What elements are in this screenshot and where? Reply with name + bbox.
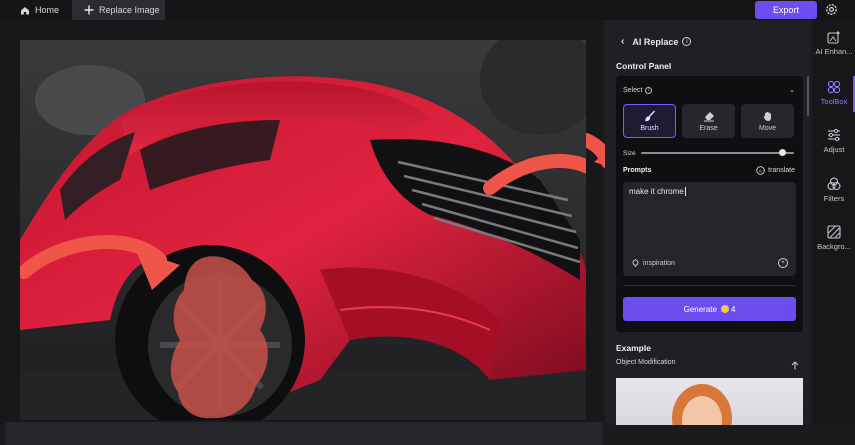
canvas-workspace [0, 20, 603, 445]
rail-item-filters[interactable]: Filters [813, 177, 855, 213]
prompts-row: Prompts A translate [623, 166, 795, 175]
inspiration-button[interactable]: inspiration [631, 259, 675, 268]
brush-tool-label: Brush [640, 125, 659, 132]
brush-icon [644, 110, 655, 122]
home-tab-label: Home [35, 5, 60, 15]
example-title: Example [616, 343, 651, 353]
rail-label-filters: Filters [823, 194, 845, 203]
translate-icon: A [756, 166, 765, 175]
rail-item-background[interactable]: Backgro... [813, 225, 855, 261]
hand-icon [763, 112, 771, 121]
gear-icon[interactable] [824, 2, 839, 17]
panel-header: ‹ AI Replace i [621, 36, 692, 47]
filters-icon [827, 177, 841, 191]
ai-replace-panel: ‹ AI Replace i Control Panel Select i ⌄ B… [605, 20, 810, 425]
ai-enhance-icon [827, 30, 841, 44]
chevron-down-icon[interactable]: ⌄ [789, 86, 795, 94]
inspiration-label: inspiration [643, 260, 675, 267]
size-slider-thumb[interactable] [778, 149, 786, 156]
example-image[interactable] [616, 378, 803, 425]
generate-cost: 4 [730, 304, 736, 314]
tool-rail: AI Enhan... ToolBox Adjust Filters Backg… [813, 20, 855, 425]
prompt-value: make it chrome [629, 187, 684, 196]
canvas-bottom-toolbar [5, 422, 603, 445]
credit-coin-icon [720, 305, 729, 313]
move-tool-label: Move [758, 125, 777, 132]
size-row: Size [623, 148, 795, 158]
eraser-icon [703, 112, 714, 122]
panel-scrollbar[interactable] [807, 76, 809, 116]
photo-canvas[interactable] [20, 40, 586, 420]
back-chevron-icon[interactable]: ‹ [621, 36, 624, 47]
home-icon [21, 6, 29, 14]
generate-button[interactable]: Generate 4 [623, 297, 796, 321]
rail-label-ai-enhance: AI Enhan... [815, 47, 853, 56]
info-icon[interactable]: i [682, 37, 692, 46]
translate-button[interactable]: A translate [756, 166, 795, 175]
prompt-textarea[interactable]: make it chrome inspiration × [623, 182, 796, 276]
erase-tool-button[interactable]: Erase [682, 104, 735, 138]
control-panel-box: Select i ⌄ Brush Erase Move Size Prompts … [616, 76, 803, 332]
select-label: Select [623, 86, 643, 94]
lightbulb-icon [632, 259, 639, 267]
size-label: Size [623, 149, 636, 157]
brush-tool-button[interactable]: Brush [623, 104, 676, 138]
export-button[interactable]: Export [755, 1, 817, 19]
arrow-up-icon[interactable] [791, 361, 799, 370]
toolbox-icon [827, 80, 841, 94]
car-photo [20, 40, 586, 420]
replace-image-tab-label: Replace Image [99, 5, 160, 15]
replace-image-tab[interactable]: Replace Image [72, 0, 165, 20]
translate-label: translate [768, 167, 795, 174]
top-bar: Home Replace Image Export [0, 0, 855, 20]
rail-item-adjust[interactable]: Adjust [813, 128, 855, 164]
rail-item-ai-enhance[interactable]: AI Enhan... [813, 30, 855, 66]
example-subtitle: Object Modification [616, 359, 676, 366]
size-slider-track[interactable] [641, 152, 794, 154]
plus-icon [84, 5, 94, 15]
adjust-icon [828, 128, 840, 142]
rail-label-toolbox: ToolBox [820, 97, 848, 106]
example-portrait [672, 384, 732, 425]
prompts-label: Prompts [623, 167, 652, 174]
divider [623, 285, 795, 286]
select-row[interactable]: Select i ⌄ [623, 86, 795, 94]
control-panel-title: Control Panel [616, 61, 672, 71]
move-tool-button[interactable]: Move [741, 104, 794, 138]
home-tab[interactable]: Home [20, 0, 59, 20]
rail-item-toolbox[interactable]: ToolBox [813, 80, 855, 116]
rail-label-background: Backgro... [817, 242, 851, 251]
rail-label-adjust: Adjust [823, 145, 845, 154]
erase-tool-label: Erase [699, 125, 718, 132]
clear-prompt-icon[interactable]: × [778, 258, 788, 268]
generate-label: Generate [683, 304, 717, 314]
background-icon [827, 225, 841, 239]
select-info-icon[interactable]: i [645, 86, 653, 94]
panel-title: AI Replace [632, 36, 679, 47]
